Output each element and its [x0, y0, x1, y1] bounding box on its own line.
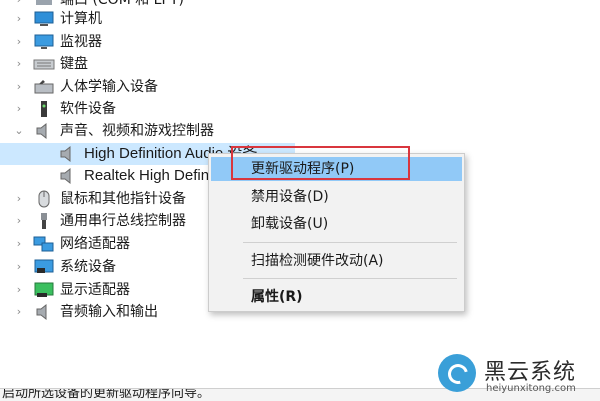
chevron-right-icon[interactable]: › [14, 53, 24, 75]
watermark-logo-icon [438, 354, 476, 392]
chevron-right-icon[interactable]: › [14, 31, 24, 53]
chevron-right-icon[interactable]: › [14, 98, 24, 120]
chevron-right-icon[interactable]: › [14, 256, 24, 278]
tree-item-label: 音频输入和输出 [60, 304, 158, 320]
speaker-icon [60, 167, 71, 185]
speaker-icon [36, 303, 47, 321]
mouse-icon [38, 190, 50, 208]
network-icon [33, 236, 54, 252]
tree-item-label: 鼠标和其他指针设备 [60, 191, 186, 207]
tree-item-label: 键盘 [60, 56, 88, 72]
usb-icon [41, 213, 47, 229]
menu-item-label: 禁用设备(D) [251, 189, 329, 205]
annotation-highlight-box [231, 146, 410, 180]
tree-item-label: 声音、视频和游戏控制器 [60, 123, 214, 139]
monitor-icon [34, 34, 54, 49]
menu-item-properties[interactable]: 属性(R) [211, 285, 462, 309]
tree-item-label: 监视器 [60, 34, 102, 50]
menu-item-uninstall-device[interactable]: 卸载设备(U) [211, 212, 462, 236]
chevron-down-icon[interactable]: ⌄ [14, 120, 24, 142]
menu-separator [243, 278, 457, 279]
speaker-icon [36, 122, 47, 140]
tree-item-label: 显示适配器 [60, 282, 130, 298]
menu-item-disable-device[interactable]: 禁用设备(D) [211, 185, 462, 209]
port-icon [36, 0, 52, 5]
chevron-right-icon[interactable]: › [14, 301, 24, 323]
chevron-right-icon[interactable]: › [14, 76, 24, 98]
hid-icon [34, 80, 54, 94]
keyboard-icon [33, 59, 55, 70]
computer-icon [34, 11, 54, 26]
watermark-title: 黑云系统 [484, 360, 577, 385]
menu-item-label: 扫描检测硬件改动(A) [251, 253, 384, 269]
menu-item-scan-hardware[interactable]: 扫描检测硬件改动(A) [211, 249, 462, 273]
menu-item-label: 卸载设备(U) [251, 216, 329, 232]
system-icon [34, 259, 54, 273]
tree-item-label: 软件设备 [60, 101, 116, 117]
status-text: 启动所选设备的更新驱动程序向导。 [2, 388, 211, 401]
chevron-right-icon[interactable]: › [14, 210, 24, 232]
tree-item-label: 人体学输入设备 [60, 79, 158, 95]
menu-separator [243, 242, 457, 243]
tree-item-label: 通用串行总线控制器 [60, 213, 186, 229]
tree-item-label: 系统设备 [60, 259, 116, 275]
chevron-right-icon[interactable]: › [14, 233, 24, 255]
software-device-icon [41, 101, 47, 117]
watermark-subtitle: heiyunxitong.com [486, 383, 576, 394]
display-adapter-icon [34, 282, 54, 297]
watermark: 黑云系统 heiyunxitong.com [436, 354, 600, 398]
chevron-right-icon[interactable]: › [14, 279, 24, 301]
speaker-icon [60, 145, 71, 163]
menu-item-label: 属性(R) [251, 289, 303, 305]
tree-item-label: 网络适配器 [60, 236, 130, 252]
chevron-right-icon[interactable]: › [14, 8, 24, 30]
tree-item-label: 计算机 [60, 11, 102, 27]
chevron-right-icon[interactable]: › [14, 188, 24, 210]
